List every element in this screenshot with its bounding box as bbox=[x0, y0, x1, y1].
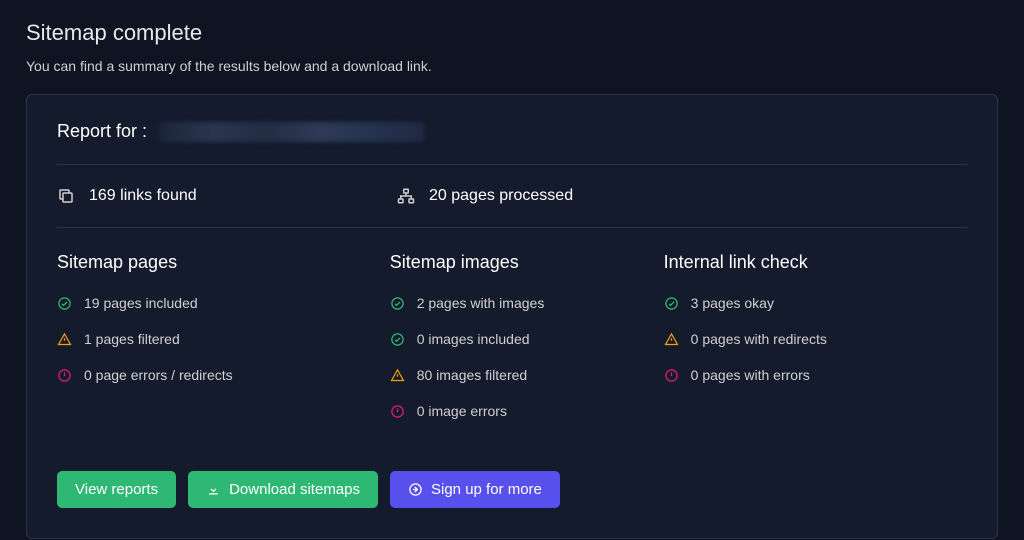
download-icon bbox=[206, 482, 221, 497]
report-item-text: 0 images included bbox=[417, 331, 530, 347]
error-icon bbox=[664, 368, 679, 383]
download-sitemaps-button[interactable]: Download sitemaps bbox=[188, 471, 378, 508]
warn-icon bbox=[57, 332, 72, 347]
report-domain-redacted bbox=[159, 122, 424, 142]
links-found-stat: 169 links found bbox=[57, 187, 397, 205]
column-title: Sitemap images bbox=[390, 252, 664, 273]
report-column: Internal link check 3 pages okay 0 pages w… bbox=[664, 252, 967, 439]
view-reports-label: View reports bbox=[75, 481, 158, 498]
report-item-text: 3 pages okay bbox=[691, 295, 774, 311]
report-item-text: 0 pages with redirects bbox=[691, 331, 827, 347]
stats-row: 169 links found 20 pages processed bbox=[57, 165, 967, 228]
report-item: 0 images included bbox=[390, 331, 664, 347]
report-card: Report for : 169 links found 20 pages pr… bbox=[26, 94, 998, 539]
column-title: Sitemap pages bbox=[57, 252, 390, 273]
report-item: 2 pages with images bbox=[390, 295, 664, 311]
sitemap-icon bbox=[397, 187, 415, 205]
download-label: Download sitemaps bbox=[229, 481, 360, 498]
arrow-right-circle-icon bbox=[408, 482, 423, 497]
error-icon bbox=[57, 368, 72, 383]
check-icon bbox=[664, 296, 679, 311]
check-icon bbox=[390, 332, 405, 347]
report-item: 80 images filtered bbox=[390, 367, 664, 383]
check-icon bbox=[57, 296, 72, 311]
report-for-label: Report for : bbox=[57, 121, 147, 142]
page-title: Sitemap complete bbox=[26, 20, 998, 46]
report-item-text: 0 page errors / redirects bbox=[84, 367, 233, 383]
report-item: 0 image errors bbox=[390, 403, 664, 419]
report-header: Report for : bbox=[57, 121, 967, 165]
warn-icon bbox=[664, 332, 679, 347]
columns: Sitemap pages 19 pages included 1 pages fi… bbox=[57, 228, 967, 471]
copy-icon bbox=[57, 187, 75, 205]
report-item-text: 0 image errors bbox=[417, 403, 507, 419]
report-item: 19 pages included bbox=[57, 295, 390, 311]
report-item: 0 page errors / redirects bbox=[57, 367, 390, 383]
report-item: 0 pages with redirects bbox=[664, 331, 967, 347]
pages-processed-text: 20 pages processed bbox=[429, 187, 573, 205]
warn-icon bbox=[390, 368, 405, 383]
links-found-text: 169 links found bbox=[89, 187, 197, 205]
button-row: View reports Download sitemaps Sign up f… bbox=[57, 471, 967, 508]
report-column: Sitemap pages 19 pages included 1 pages fi… bbox=[57, 252, 390, 439]
report-item-text: 19 pages included bbox=[84, 295, 198, 311]
report-item: 1 pages filtered bbox=[57, 331, 390, 347]
report-item-text: 80 images filtered bbox=[417, 367, 528, 383]
report-item-text: 2 pages with images bbox=[417, 295, 545, 311]
sign-up-label: Sign up for more bbox=[431, 481, 542, 498]
column-title: Internal link check bbox=[664, 252, 967, 273]
report-item-text: 0 pages with errors bbox=[691, 367, 810, 383]
view-reports-button[interactable]: View reports bbox=[57, 471, 176, 508]
pages-processed-stat: 20 pages processed bbox=[397, 187, 737, 205]
report-item: 3 pages okay bbox=[664, 295, 967, 311]
sign-up-button[interactable]: Sign up for more bbox=[390, 471, 560, 508]
report-item: 0 pages with errors bbox=[664, 367, 967, 383]
error-icon bbox=[390, 404, 405, 419]
report-item-text: 1 pages filtered bbox=[84, 331, 180, 347]
page-subtitle: You can find a summary of the results be… bbox=[26, 58, 998, 74]
report-column: Sitemap images 2 pages with images 0 image… bbox=[390, 252, 664, 439]
check-icon bbox=[390, 296, 405, 311]
